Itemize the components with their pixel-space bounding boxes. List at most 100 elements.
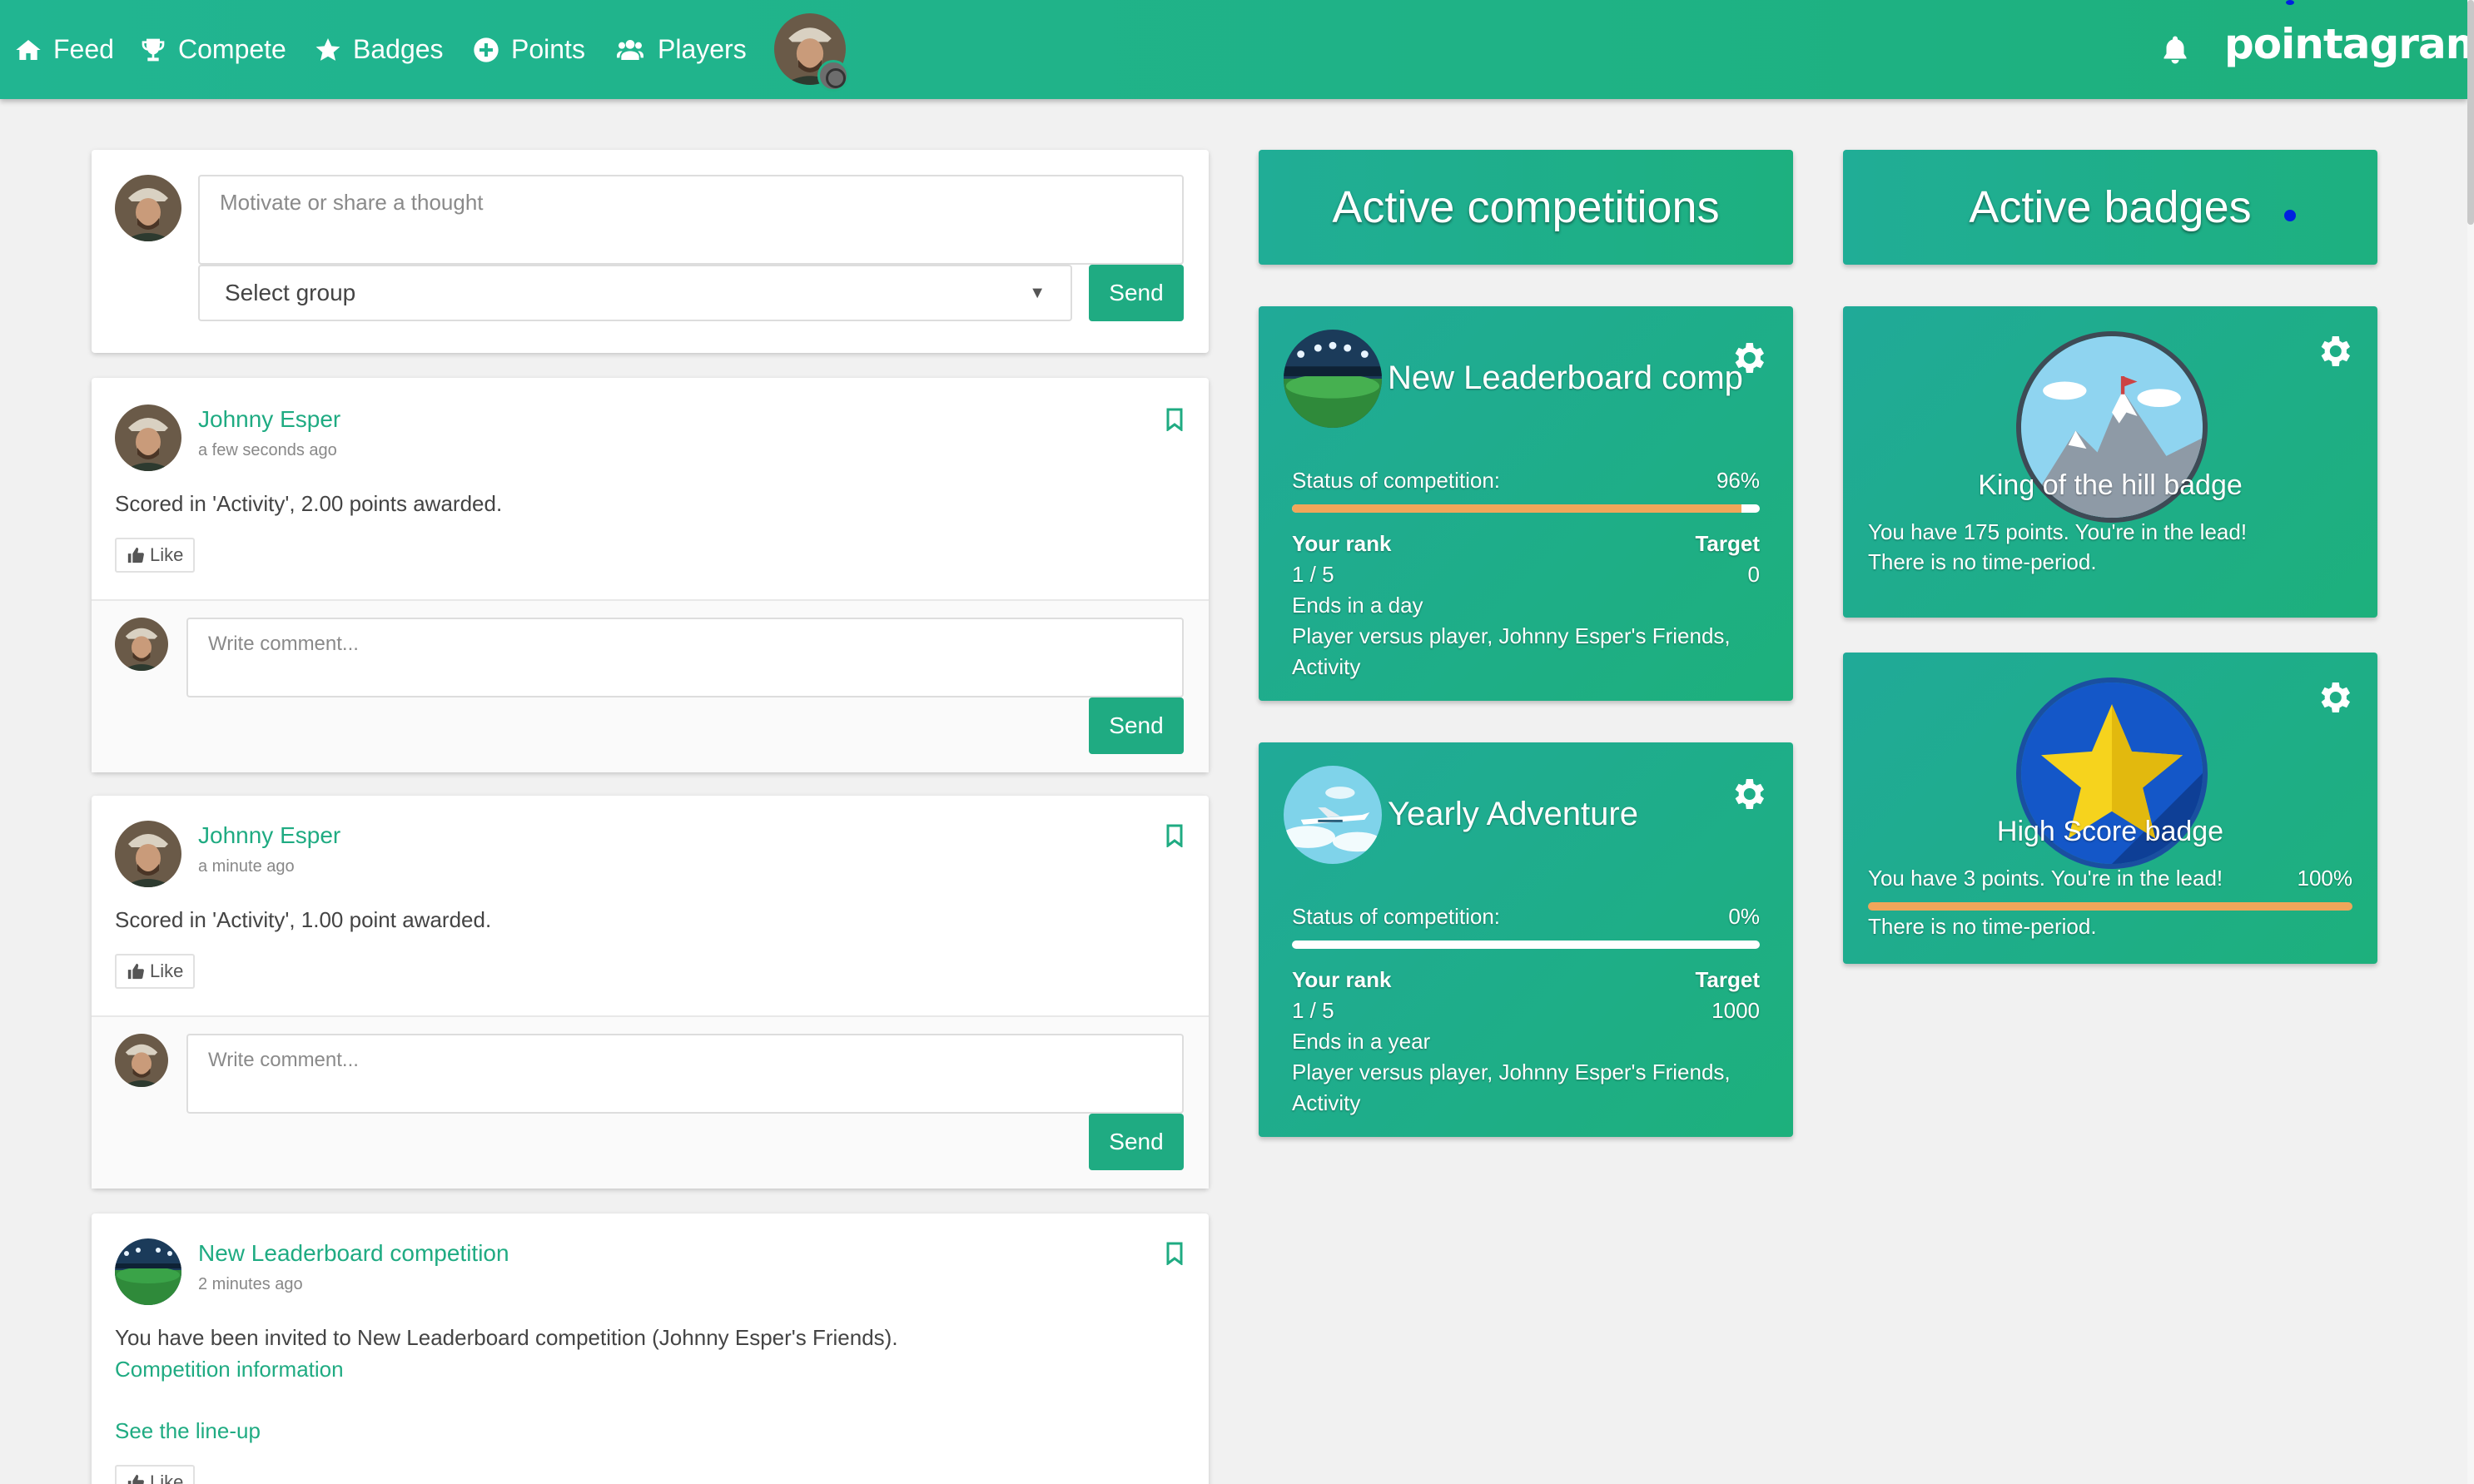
post-author-name[interactable]: New Leaderboard competition xyxy=(198,1240,509,1267)
gear-icon[interactable] xyxy=(2314,331,2354,371)
nav-compete[interactable]: Compete xyxy=(140,0,286,99)
badge-card-2[interactable]: High Score badge You have 3 points. You'… xyxy=(1843,653,2377,964)
trophy-icon xyxy=(142,38,165,61)
like-button[interactable]: Like xyxy=(115,1465,196,1484)
rank-value: 1 / 5 xyxy=(1292,998,1334,1023)
competition-avatar[interactable] xyxy=(115,1238,181,1305)
rank-label: Your rank xyxy=(1292,531,1392,556)
badge-title: High Score badge xyxy=(1996,816,2224,847)
thumbs-up-icon xyxy=(127,1474,144,1484)
see-line-up-link[interactable]: See the line-up xyxy=(115,1418,261,1444)
target-label: Target xyxy=(1695,531,1760,556)
post-author-name[interactable]: Johnny Esper xyxy=(198,406,340,433)
cursor-dot xyxy=(2284,210,2296,221)
status-label: Status of competition: xyxy=(1292,904,1501,929)
competition-progress-bar xyxy=(1292,941,1760,949)
airplane-icon xyxy=(1284,766,1382,864)
bookmark-icon[interactable] xyxy=(1165,408,1184,431)
comment-input[interactable]: Write comment... xyxy=(186,1034,1184,1114)
nav-points[interactable]: Points xyxy=(473,0,585,99)
bookmark-icon[interactable] xyxy=(1165,824,1184,847)
commenter-avatar xyxy=(115,1034,168,1087)
active-competitions-header[interactable]: Active competitions xyxy=(1259,150,1793,265)
target-label: Target xyxy=(1695,967,1760,992)
status-label: Status of competition: xyxy=(1292,468,1501,493)
nav-players[interactable]: Players xyxy=(614,0,747,99)
focus-dot xyxy=(2286,0,2294,5)
post-author-avatar[interactable] xyxy=(115,405,181,471)
post-text: Scored in 'Activity', 1.00 point awarded… xyxy=(115,907,492,932)
competition-desc-2: Activity xyxy=(1292,654,1361,679)
post-timestamp: a few seconds ago xyxy=(198,441,337,459)
nav-badges[interactable]: Badges xyxy=(315,0,444,99)
gear-icon[interactable] xyxy=(2314,677,2354,717)
brand-logo[interactable]: pointagram xyxy=(2224,20,2474,68)
nav-feed-label: Feed xyxy=(53,34,114,64)
post-timestamp: a minute ago xyxy=(198,857,295,876)
nav-players-label: Players xyxy=(658,34,747,64)
commenter-avatar xyxy=(115,618,168,671)
badge-line-1: You have 3 points. You're in the lead! xyxy=(1868,866,2223,891)
ends-text: Ends in a day xyxy=(1292,593,1423,618)
badge-line-2: There is no time-period. xyxy=(1868,914,2097,939)
star-icon xyxy=(315,37,340,61)
thumbs-up-icon xyxy=(127,547,144,563)
group-select[interactable]: Select group ▼ xyxy=(198,265,1072,321)
competition-desc-1: Player versus player, Johnny Esper's Fri… xyxy=(1292,623,1731,648)
comment-divider xyxy=(92,599,1209,601)
feed-post-2: Johnny Esper a minute ago Scored in 'Act… xyxy=(92,796,1209,1189)
badge-progress-bar xyxy=(1868,902,2352,911)
nav-feed[interactable]: Feed xyxy=(15,0,114,99)
like-label: Like xyxy=(150,544,184,565)
post-text: You have been invited to New Leaderboard… xyxy=(115,1325,898,1350)
status-percent: 96% xyxy=(1716,468,1760,493)
like-button[interactable]: Like xyxy=(115,954,196,989)
scrollbar-thumb[interactable] xyxy=(2467,0,2474,225)
like-label: Like xyxy=(150,1472,184,1484)
nav-badges-label: Badges xyxy=(353,34,444,64)
send-thought-button[interactable]: Send xyxy=(1089,265,1184,321)
post-text: Scored in 'Activity', 2.00 points awarde… xyxy=(115,491,503,516)
competition-title: New Leaderboard comp xyxy=(1388,360,1743,396)
badge-percent: 100% xyxy=(2297,866,2353,891)
stadium-icon xyxy=(1284,330,1382,428)
feed-post-3: New Leaderboard competition 2 minutes ag… xyxy=(92,1214,1209,1484)
comment-input[interactable]: Write comment... xyxy=(186,618,1184,697)
active-badges-header[interactable]: Active badges xyxy=(1843,150,2377,265)
post-author-avatar[interactable] xyxy=(115,821,181,887)
target-value: 1000 xyxy=(1711,998,1760,1023)
competition-information-link[interactable]: Competition information xyxy=(115,1357,344,1382)
nav-points-label: Points xyxy=(511,34,585,64)
like-button[interactable]: Like xyxy=(115,538,196,573)
send-comment-button[interactable]: Send xyxy=(1089,1114,1184,1170)
competition-card-1[interactable]: New Leaderboard comp Status of competiti… xyxy=(1259,306,1793,701)
chevron-down-icon: ▼ xyxy=(1029,283,1046,302)
composer-card: Motivate or share a thought Select group… xyxy=(92,150,1209,353)
badge-card-1[interactable]: King of the hill badge You have 175 poin… xyxy=(1843,306,2377,618)
competition-desc-2: Activity xyxy=(1292,1090,1361,1115)
thought-input[interactable]: Motivate or share a thought xyxy=(198,175,1184,265)
users-icon xyxy=(616,39,644,60)
gear-icon[interactable] xyxy=(1728,338,1768,378)
target-value: 0 xyxy=(1747,562,1760,587)
gear-icon[interactable] xyxy=(1728,774,1768,814)
composer-avatar xyxy=(115,175,181,241)
like-label: Like xyxy=(150,960,184,981)
post-author-name[interactable]: Johnny Esper xyxy=(198,822,340,849)
feed-post-1: Johnny Esper a few seconds ago Scored in… xyxy=(92,378,1209,772)
badge-line-2: There is no time-period. xyxy=(1868,549,2097,574)
send-comment-button[interactable]: Send xyxy=(1089,697,1184,754)
rank-value: 1 / 5 xyxy=(1292,562,1334,587)
competition-desc-1: Player versus player, Johnny Esper's Fri… xyxy=(1292,1060,1731,1084)
bell-icon[interactable] xyxy=(2160,33,2190,67)
badge-title: King of the hill badge xyxy=(1978,469,2243,501)
post-timestamp: 2 minutes ago xyxy=(198,1275,303,1293)
home-icon xyxy=(16,39,41,60)
status-percent: 0% xyxy=(1728,904,1760,929)
competition-card-2[interactable]: Yearly Adventure Status of competition: … xyxy=(1259,742,1793,1137)
bookmark-icon[interactable] xyxy=(1165,1242,1184,1265)
competition-progress-bar xyxy=(1292,504,1760,513)
group-select-value: Select group xyxy=(225,280,356,305)
rank-label: Your rank xyxy=(1292,967,1392,992)
thumbs-up-icon xyxy=(127,963,144,980)
